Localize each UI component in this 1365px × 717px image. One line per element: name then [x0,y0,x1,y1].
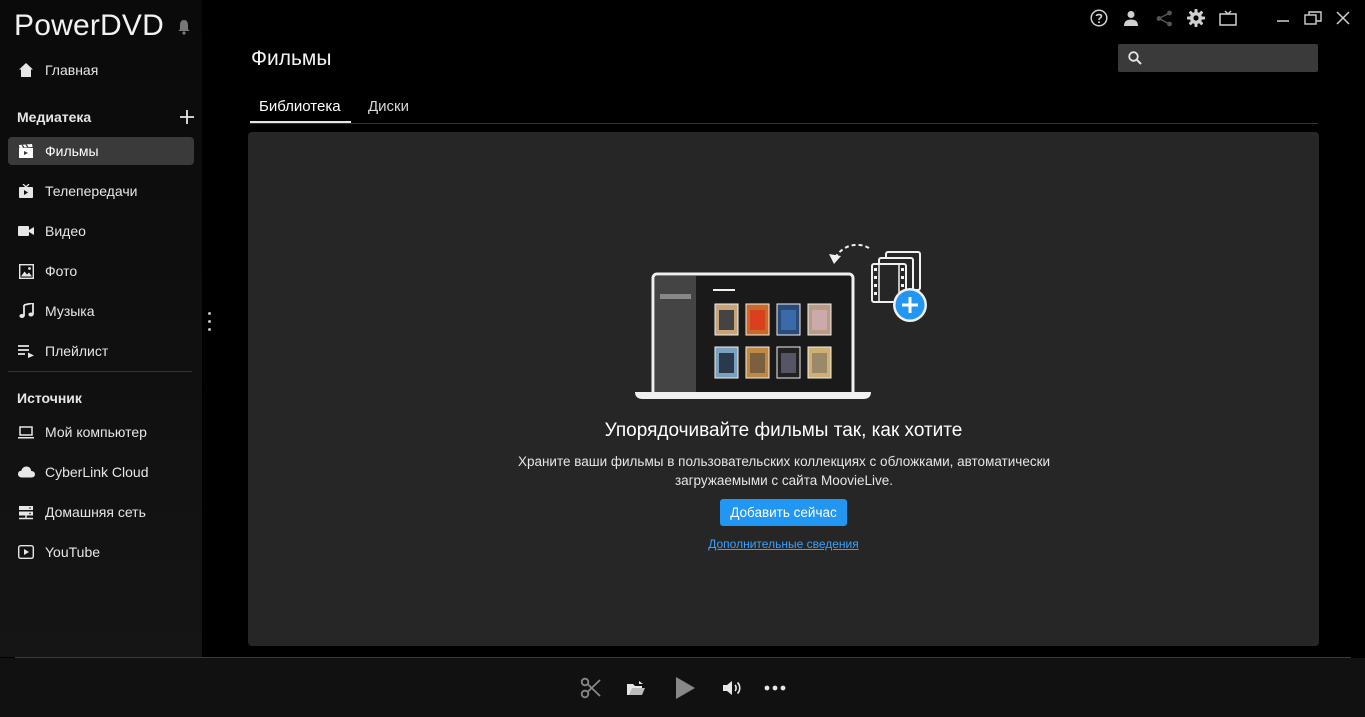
app-title: PowerDVD [14,9,164,42]
sidebar-item-label: Видео [45,223,86,239]
empty-state-title: Упорядочивайте фильмы так, как хотите [604,420,963,441]
page-title: Фильмы [251,47,332,70]
add-library-icon[interactable] [179,109,195,125]
tv-icon [17,182,35,200]
sidebar-item-label: Домашняя сеть [45,504,146,520]
player-controls [0,658,1365,717]
movies-library-illustration [635,243,927,399]
share-icon[interactable] [1153,8,1175,28]
tab-bar: Библиотека Диски [250,92,1318,124]
tab-library[interactable]: Библиотека [259,98,341,115]
sidebar-item-label: Музыка [45,303,95,319]
movie-clapper-icon [17,142,35,160]
open-folder-icon[interactable] [624,676,648,700]
laptop-icon [17,423,35,441]
video-camera-icon [17,222,35,240]
sidebar-item-my-computer[interactable]: Мой компьютер [8,418,194,446]
sidebar-item-label: Плейлист [45,343,109,359]
more-icon[interactable] [763,676,787,700]
tab-discs[interactable]: Диски [368,98,409,115]
restore-icon[interactable] [1302,8,1324,28]
play-icon[interactable] [672,676,698,700]
sidebar-divider [8,371,192,372]
minimize-icon[interactable] [1272,8,1294,28]
sidebar-resize-handle[interactable] [206,312,212,336]
music-note-icon [17,302,35,320]
search-input[interactable] [1150,44,1312,72]
sidebar-item-music[interactable]: Музыка [8,297,194,325]
sidebar-item-label: Мой компьютер [45,424,147,440]
sidebar-item-youtube[interactable]: YouTube [8,538,194,566]
sidebar-item-video[interactable]: Видео [8,217,194,245]
active-tab-indicator [250,121,351,123]
sidebar-item-label: Фото [45,263,78,279]
sidebar-item-home-network[interactable]: Домашняя сеть [8,498,194,526]
home-icon [17,61,35,79]
help-icon[interactable] [1088,8,1110,28]
sidebar-item-label: CyberLink Cloud [45,464,149,480]
more-info-link[interactable]: Дополнительные сведения [248,537,1319,551]
sidebar-item-label: YouTube [45,544,101,560]
sidebar-item-movies[interactable]: Фильмы [8,137,194,165]
search-icon [1128,51,1142,65]
sidebar-item-photo[interactable]: Фото [8,257,194,285]
sidebar-item-label: Главная [45,62,99,78]
empty-library-panel: Упорядочивайте фильмы так, как хотите Хр… [248,132,1319,646]
cloud-icon [17,463,35,481]
sidebar-item-tv-shows[interactable]: Телепередачи [8,177,194,205]
sidebar-item-home[interactable]: Главная [8,56,194,84]
sidebar: PowerDVD Главная Медиатека Фильмы Телепе… [0,0,202,657]
library-header: Медиатека [17,109,92,125]
sidebar-item-cyberlink-cloud[interactable]: CyberLink Cloud [8,458,194,486]
sidebar-item-label: Фильмы [45,143,99,159]
notification-bell-icon[interactable] [177,19,191,35]
photo-icon [17,262,35,280]
search-box[interactable] [1118,44,1318,72]
add-now-button[interactable]: Добавить сейчас [720,499,847,526]
settings-icon[interactable] [1185,8,1207,28]
empty-state-description: Храните ваши фильмы в пользовательских к… [517,454,1051,488]
scissors-icon[interactable] [579,676,603,700]
youtube-icon [17,543,35,561]
playlist-icon [17,342,35,360]
volume-icon[interactable] [720,676,744,700]
tv-mode-icon[interactable] [1217,8,1239,28]
home-network-icon [17,503,35,521]
close-icon[interactable] [1332,8,1354,28]
sidebar-item-label: Телепередачи [45,183,138,199]
account-icon[interactable] [1120,8,1142,28]
source-header: Источник [17,390,82,406]
sidebar-item-playlist[interactable]: Плейлист [8,337,194,365]
